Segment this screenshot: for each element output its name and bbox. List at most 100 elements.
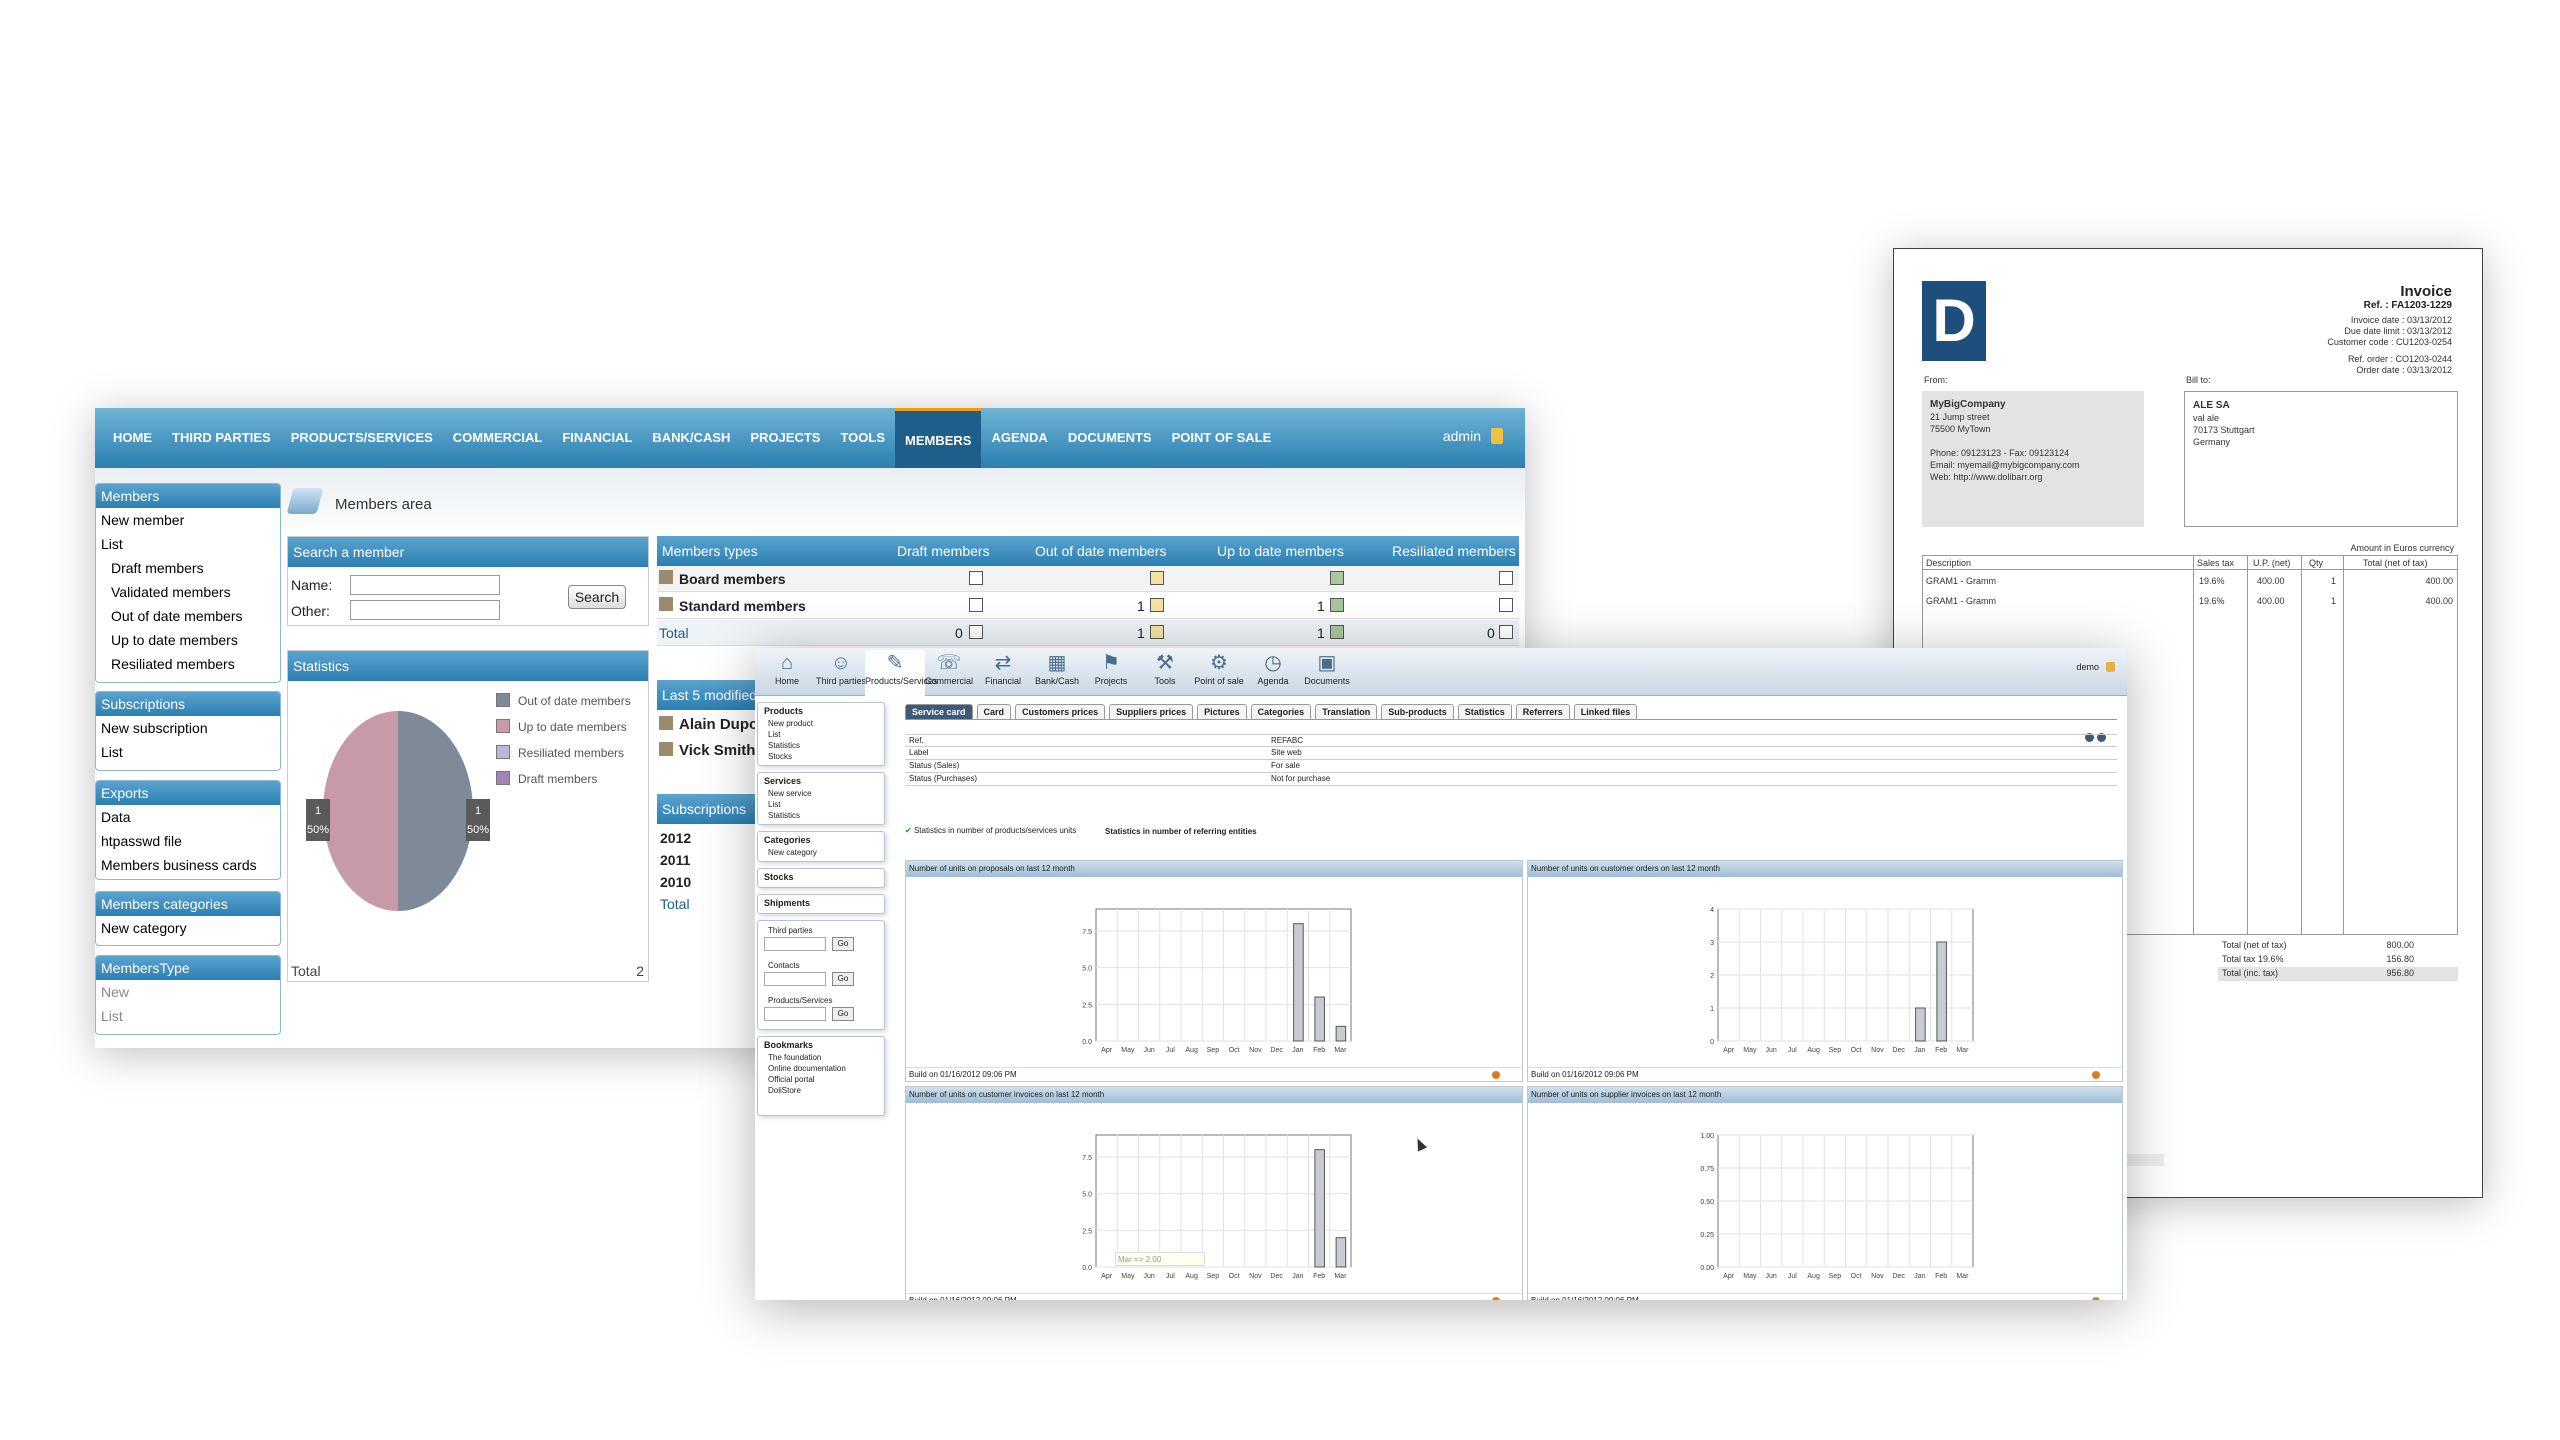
last-modified-row[interactable]: Vick Smith — [679, 742, 755, 759]
type-name[interactable]: Board members — [679, 571, 786, 587]
bookmark-item[interactable]: Online documentation — [764, 1063, 878, 1074]
left-menu-title[interactable]: Categories — [764, 835, 878, 845]
bookmark-item[interactable]: Official portal — [764, 1074, 878, 1085]
subscription-year[interactable]: 2011 — [660, 852, 690, 868]
toolbar-item-documents[interactable]: ▣ Documents — [1297, 650, 1357, 686]
left-menu-item[interactable]: New product — [764, 718, 878, 729]
name-input[interactable] — [350, 575, 500, 595]
table-row[interactable]: Board members — [657, 566, 1519, 592]
sidebar-item-new-member[interactable]: New member — [96, 508, 280, 532]
logout-icon[interactable] — [2106, 662, 2115, 672]
toolbar-item-products-services[interactable]: ✎ Products/Services — [865, 650, 938, 696]
sidebar-item-new-subscription[interactable]: New subscription — [96, 716, 280, 740]
sidebar-item-data[interactable]: Data — [96, 805, 280, 829]
nav-tab-members[interactable]: MEMBERS — [895, 408, 982, 468]
left-menu-item[interactable]: List — [764, 729, 878, 740]
left-menu-title[interactable]: Shipments — [764, 898, 878, 908]
sidebar-item-validated[interactable]: Validated members — [96, 580, 280, 604]
type-name[interactable]: Standard members — [679, 598, 806, 614]
invoice-cell-qty: 1 — [2331, 596, 2337, 606]
go-button[interactable]: Go — [832, 1007, 854, 1021]
left-menu-item[interactable]: New category — [764, 847, 878, 858]
toolbar-item-projects[interactable]: ⚑ Projects — [1081, 650, 1141, 686]
y-tick-label: 0.75 — [1700, 1166, 1714, 1173]
sidebar-item-subscription-list[interactable]: List — [96, 740, 280, 764]
tab-categories[interactable]: Categories — [1250, 704, 1312, 720]
quick-search-input[interactable] — [764, 1007, 826, 1021]
sidebar-item-business-cards[interactable]: Members business cards — [96, 853, 280, 877]
sidebar-item-out-of-date[interactable]: Out of date members — [96, 604, 280, 628]
quick-search-input[interactable] — [764, 937, 826, 951]
nav-tab-commercial[interactable]: COMMERCIAL — [443, 408, 553, 468]
refresh-icon[interactable] — [2092, 1071, 2100, 1079]
sidebar-item-new-category[interactable]: New category — [96, 916, 280, 940]
nav-tab-third-parties[interactable]: THIRD PARTIES — [162, 408, 281, 468]
go-button[interactable]: Go — [832, 937, 854, 951]
toolbar-item-tools[interactable]: ⚒ Tools — [1135, 650, 1195, 686]
nav-tab-projects[interactable]: PROJECTS — [740, 408, 830, 468]
invoice-total-label: Total tax 19.6% — [2222, 954, 2284, 964]
toolbar-item-point-of-sale[interactable]: ⚙ Point of sale — [1189, 650, 1249, 686]
refresh-icon[interactable] — [1492, 1297, 1500, 1300]
sidebar-item-up-to-date[interactable]: Up to date members — [96, 628, 280, 652]
invoice-footer-mark — [2124, 1154, 2164, 1166]
field-value: For sale — [1271, 761, 1300, 770]
bookmark-item[interactable]: The foundation — [764, 1052, 878, 1063]
build-date: Build on 01/16/2012 09:06 PM — [1531, 1070, 1639, 1079]
table-row[interactable]: Standard members 1 1 — [657, 593, 1519, 619]
sidebar-item-type-new[interactable]: New — [96, 980, 280, 1004]
nav-tab-bank-cash[interactable]: BANK/CASH — [642, 408, 740, 468]
nav-tab-financial[interactable]: FINANCIAL — [552, 408, 642, 468]
nav-tab-documents[interactable]: DOCUMENTS — [1058, 408, 1162, 468]
other-input[interactable] — [350, 600, 500, 620]
nav-tab-agenda[interactable]: AGENDA — [981, 408, 1057, 468]
left-menu-title[interactable]: Products — [764, 706, 878, 716]
toolbar-item-financial[interactable]: ⇄ Financial — [973, 650, 1033, 686]
nav-tab-tools[interactable]: TOOLS — [830, 408, 895, 468]
subscription-year[interactable]: 2010 — [660, 874, 691, 890]
sidebar-item-draft[interactable]: Draft members — [96, 556, 280, 580]
nav-tab-products-services[interactable]: PRODUCTS/SERVICES — [281, 408, 443, 468]
refresh-icon[interactable] — [1492, 1071, 1500, 1079]
left-menu-item[interactable]: Statistics — [764, 740, 878, 751]
nav-tab-home[interactable]: HOME — [103, 408, 162, 468]
x-tick-label: Jul — [1788, 1047, 1797, 1054]
refresh-icon[interactable] — [2092, 1297, 2100, 1300]
quick-search-input[interactable] — [764, 972, 826, 986]
go-button[interactable]: Go — [832, 972, 854, 986]
tab-referrers[interactable]: Referrers — [1515, 704, 1570, 720]
search-button[interactable]: Search — [568, 585, 626, 609]
tab-suppliers-prices[interactable]: Suppliers prices — [1109, 704, 1194, 720]
toolbar-item-third-parties[interactable]: ☺ Third parties — [811, 650, 871, 686]
tab-customers-prices[interactable]: Customers prices — [1015, 704, 1106, 720]
sidebar-item-type-list[interactable]: List — [96, 1004, 280, 1028]
tab-statistics[interactable]: Statistics — [1457, 704, 1512, 720]
toolbar-item-bank-cash[interactable]: ▦ Bank/Cash — [1027, 650, 1087, 686]
left-menu-item[interactable]: Statistics — [764, 810, 878, 821]
bookmark-item[interactable]: DoliStore — [764, 1085, 878, 1096]
invoice-total-label: Total (net of tax) — [2222, 940, 2287, 950]
stat-link-units[interactable]: ✔ Statistics in number of products/servi… — [905, 826, 1076, 835]
nav-tab-point-of-sale[interactable]: POINT OF SALE — [1162, 408, 1282, 468]
tab-service-card[interactable]: Service card — [905, 704, 973, 720]
tab-linked-files[interactable]: Linked files — [1573, 704, 1638, 720]
products-icon: ✎ — [886, 652, 904, 674]
left-menu-title[interactable]: Services — [764, 776, 878, 786]
sidebar-item-list[interactable]: List — [96, 532, 280, 556]
left-menu-item[interactable]: List — [764, 799, 878, 810]
subscription-year[interactable]: 2012 — [660, 830, 691, 846]
left-menu-title[interactable]: Stocks — [764, 872, 878, 882]
toolbar-item-commercial[interactable]: ☏ Commercial — [919, 650, 979, 686]
lock-icon[interactable] — [1491, 428, 1503, 444]
tab-card[interactable]: Card — [976, 704, 1012, 720]
sidebar-item-htpasswd[interactable]: htpasswd file — [96, 829, 280, 853]
left-menu-item[interactable]: New service — [764, 788, 878, 799]
tab-sub-products[interactable]: Sub-products — [1381, 704, 1454, 720]
left-menu-item[interactable]: Stocks — [764, 751, 878, 762]
tab-translation[interactable]: Translation — [1315, 704, 1378, 720]
toolbar-item-home[interactable]: ⌂ Home — [757, 650, 817, 686]
tab-pictures[interactable]: Pictures — [1197, 704, 1247, 720]
sidebar-item-resiliated[interactable]: Resiliated members — [96, 652, 280, 676]
stat-link-entities[interactable]: Statistics in number of referring entiti… — [1105, 827, 1257, 836]
toolbar-item-agenda[interactable]: ◷ Agenda — [1243, 650, 1303, 686]
